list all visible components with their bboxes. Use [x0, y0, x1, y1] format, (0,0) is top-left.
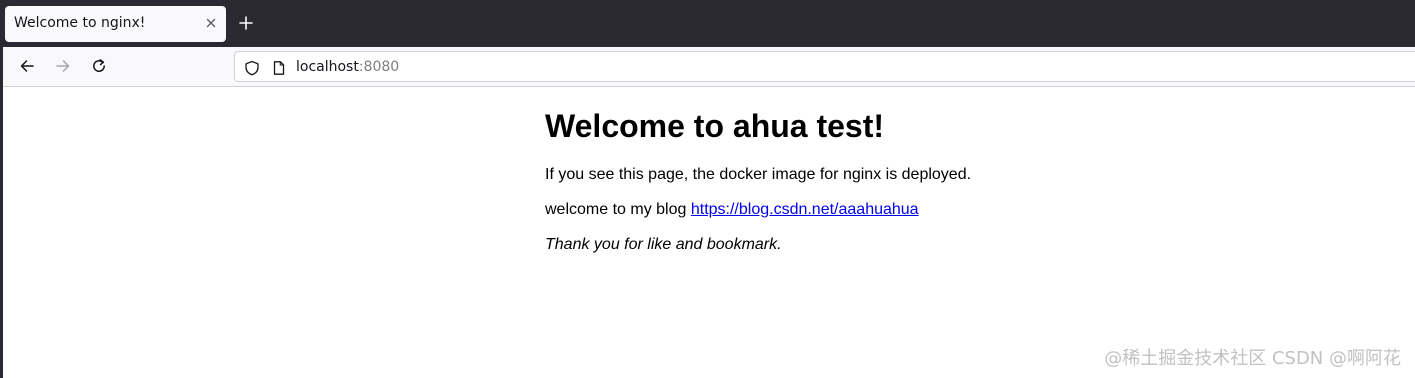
reload-icon[interactable] — [90, 57, 108, 75]
blog-prefix: welcome to my blog — [545, 201, 687, 218]
url-host: localhost — [296, 59, 359, 75]
window-edge — [0, 0, 3, 378]
blog-line: welcome to my blog https://blog.csdn.net… — [545, 201, 919, 219]
close-icon[interactable] — [203, 15, 219, 31]
url-port: :8080 — [358, 59, 400, 75]
tab-active[interactable]: Welcome to nginx! — [5, 6, 226, 42]
page-icon[interactable] — [271, 60, 287, 76]
thank-you-text: Thank you for like and bookmark. — [545, 236, 782, 253]
tab-title: Welcome to nginx! — [14, 15, 146, 31]
shield-icon[interactable] — [244, 60, 260, 76]
arrow-left-icon[interactable] — [18, 57, 36, 75]
blog-link[interactable]: https://blog.csdn.net/aaahuahua — [691, 201, 919, 218]
watermark: @稀土掘金技术社区 CSDN @啊阿花 — [1104, 348, 1401, 369]
navigation-toolbar: localhost:8080 — [0, 47, 1415, 87]
url-text[interactable]: localhost:8080 — [296, 59, 399, 75]
plus-icon[interactable] — [238, 15, 254, 31]
tab-strip: Welcome to nginx! — [0, 0, 1415, 47]
page-heading: Welcome to ahua test! — [545, 108, 885, 144]
arrow-right-icon[interactable] — [54, 57, 72, 75]
deployed-text: If you see this page, the docker image f… — [545, 166, 972, 183]
url-bar[interactable]: localhost:8080 — [234, 51, 1415, 82]
